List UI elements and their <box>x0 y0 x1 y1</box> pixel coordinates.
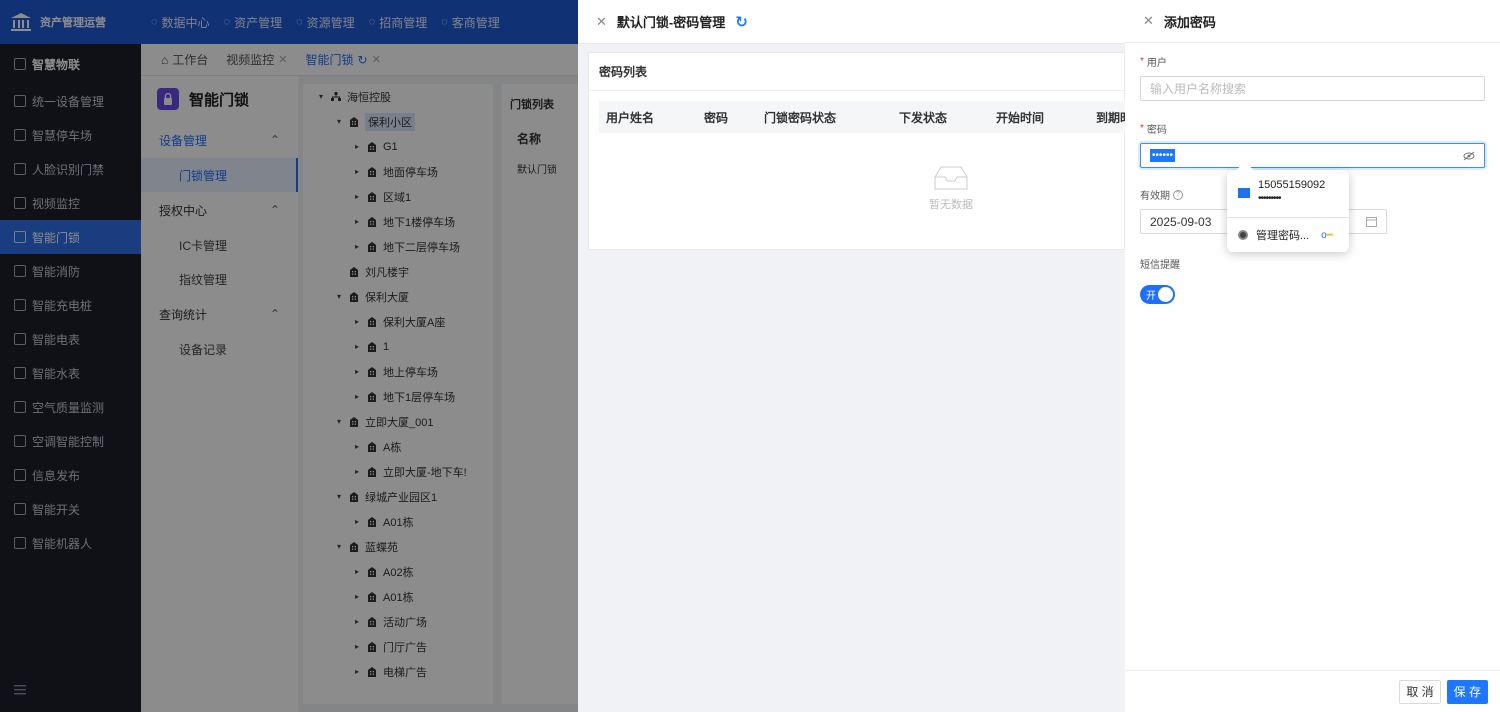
chrome-icon <box>1238 230 1248 240</box>
close-icon[interactable]: ✕ <box>1143 13 1154 29</box>
app-root: 资产管理运营 ◌ 数据中心 ◌ 资产管理 ◌ 资源管理 ◌ 招商管理 ◌ 客商管理 智慧物联 统一设… <box>0 0 1500 712</box>
password-value: •••••• <box>1150 149 1176 162</box>
password-field-group: * 密码 •••••• <box>1140 121 1485 168</box>
table-column-header: 开始时间 <box>996 110 1045 125</box>
saved-password-mask: ••••••••• <box>1258 193 1282 204</box>
table-column-header: 用户姓名 <box>606 110 655 125</box>
empty-text: 暂无数据 <box>929 199 973 211</box>
user-field-group: * 用户 输入用户名称搜索 <box>1140 54 1485 101</box>
table-column-header: 门锁密码状态 <box>764 110 837 125</box>
drawer-footer: 取 消 保 存 <box>1125 670 1500 712</box>
drawer-title: 添加密码 <box>1163 14 1216 30</box>
credential-icon <box>1238 188 1250 198</box>
password-label: * 密码 <box>1140 123 1167 136</box>
help-icon[interactable]: ? <box>1173 189 1183 200</box>
date-value: 2025-09-03 <box>1150 214 1212 229</box>
table-column-header: 下发状态 <box>899 110 948 125</box>
close-icon[interactable]: ✕ <box>596 14 607 30</box>
eye-off-icon[interactable] <box>1463 151 1475 161</box>
user-search-input[interactable]: 输入用户名称搜索 <box>1140 76 1485 101</box>
add-password-drawer: ✕ 添加密码 * 用户 输入用户名称搜索 * 密码 •••••• 有效期? 2025… <box>1125 0 1500 712</box>
sms-field-group: 短信提醒 开 <box>1140 256 1180 304</box>
manage-passwords-item[interactable]: 管理密码... o━ <box>1238 227 1333 243</box>
user-label: * 用户 <box>1140 56 1167 69</box>
password-list-card: 密码列表 用户姓名 密码 门锁密码状态 下发状态 开始时间 到期时 暂无数据 <box>588 52 1132 250</box>
table-column-header: 密码 <box>704 110 729 125</box>
refresh-icon[interactable]: ↻ <box>735 13 748 31</box>
panel-title: 默认门锁-密码管理 <box>616 15 726 30</box>
autofill-popup: 15055159092 ••••••••• 管理密码... o━ <box>1227 161 1349 252</box>
sms-toggle[interactable]: 开 <box>1140 285 1175 304</box>
sms-label: 短信提醒 <box>1140 260 1180 271</box>
empty-box-icon <box>934 166 968 190</box>
saved-credential[interactable]: 15055159092 ••••••••• <box>1238 178 1325 204</box>
calendar-icon[interactable] <box>1366 216 1377 227</box>
password-management-panel: ✕ 默认门锁-密码管理 ↻ 密码列表 用户姓名 密码 门锁密码状态 下发状态 开始时间到… <box>578 0 1132 712</box>
manage-passwords-label: 管理密码... <box>1256 230 1310 242</box>
panel-header: ✕ 默认门锁-密码管理 ↻ <box>578 0 1125 44</box>
table-header: 用户姓名 密码 门锁密码状态 下发状态 开始时间 到期时 <box>599 101 1132 133</box>
drawer-header: ✕ 添加密码 <box>1125 0 1500 43</box>
empty-state: 暂无数据 <box>929 163 973 212</box>
card-title: 密码列表 <box>589 53 1124 91</box>
save-button[interactable]: 保 存 <box>1446 679 1488 704</box>
saved-username: 15055159092 <box>1258 179 1326 191</box>
password-input[interactable]: •••••• <box>1140 143 1485 168</box>
cancel-button[interactable]: 取 消 <box>1399 679 1441 704</box>
key-icon: o━ <box>1321 229 1333 241</box>
